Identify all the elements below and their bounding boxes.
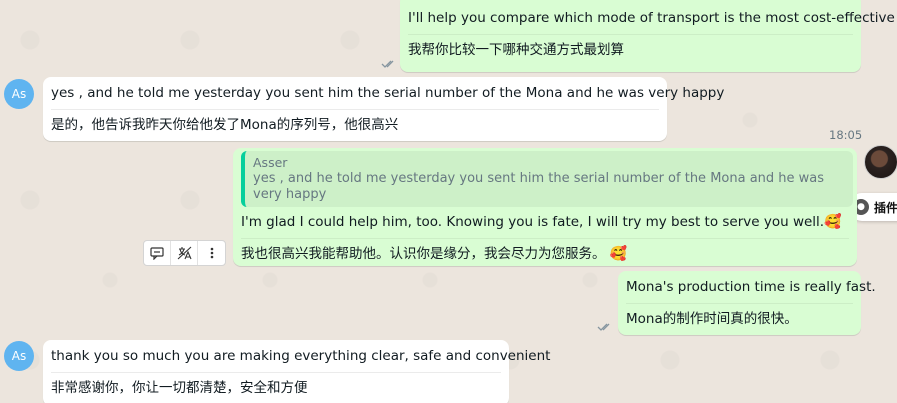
- translate-off-icon[interactable]: [171, 241, 198, 265]
- avatar[interactable]: As: [4, 79, 34, 109]
- message-text-zh: 非常感谢你，你让一切都清楚，安全和方便: [51, 380, 308, 396]
- message-text-zh: 我也很高兴我能帮助他。认识你是缘分，我会尽力为您服务。 🥰: [241, 245, 849, 263]
- outgoing-message[interactable]: Mona's production time is really fast. M…: [618, 271, 876, 335]
- message-toolbar: [143, 240, 226, 266]
- message-text-zh: 是的，他告诉我昨天你给他发了Mona的序列号，他很高兴: [51, 117, 399, 133]
- message-text-en: I'm glad I could help him, too. Knowing …: [241, 213, 849, 231]
- translation-divider: [408, 34, 853, 35]
- message-timestamp: 18:05: [829, 128, 863, 142]
- translation-divider: [241, 238, 849, 239]
- avatar[interactable]: As: [4, 341, 34, 371]
- message-text-en: Mona's production time is really fast.: [626, 279, 876, 295]
- message-text-en: thank you so much you are making everyth…: [51, 348, 551, 364]
- double-check-icon: [381, 60, 394, 68]
- message-text-zh: 我帮你比较一下哪种交通方式最划算: [408, 42, 624, 58]
- quoted-sender-name: Asser: [253, 155, 288, 170]
- translation-divider: [51, 109, 659, 110]
- message-text-en: yes , and he told me yesterday you sent …: [51, 85, 725, 101]
- message-text-en-content: I'm glad I could help him, too. Knowing …: [241, 214, 825, 230]
- message-text-zh: Mona的制作时间真的很快。: [626, 311, 798, 327]
- message-text-zh-content: 我也很高兴我能帮助他。认识你是缘分，我会尽力为您服务。: [241, 246, 606, 262]
- contact-photo-avatar[interactable]: [864, 145, 897, 179]
- smiling-face-with-hearts-emoji: 🥰: [609, 246, 628, 262]
- plugin-label: 插件: [874, 200, 897, 215]
- incoming-message[interactable]: yes , and he told me yesterday you sent …: [43, 77, 725, 141]
- translation-divider: [626, 303, 853, 304]
- double-check-icon: [597, 323, 610, 331]
- translation-divider: [51, 372, 501, 373]
- outgoing-reply-message[interactable]: Asser yes , and he told me yesterday you…: [233, 148, 857, 266]
- comment-icon[interactable]: [144, 241, 171, 265]
- quoted-message[interactable]: Asser yes , and he told me yesterday you…: [241, 151, 853, 207]
- more-vertical-icon[interactable]: [198, 241, 225, 265]
- message-text-en: I'll help you compare which mode of tran…: [408, 10, 895, 26]
- outgoing-message[interactable]: I'll help you compare which mode of tran…: [400, 0, 895, 72]
- smiling-face-with-hearts-emoji: 🥰: [824, 214, 842, 230]
- quoted-text: yes , and he told me yesterday you sent …: [253, 171, 825, 202]
- incoming-message[interactable]: thank you so much you are making everyth…: [43, 340, 551, 403]
